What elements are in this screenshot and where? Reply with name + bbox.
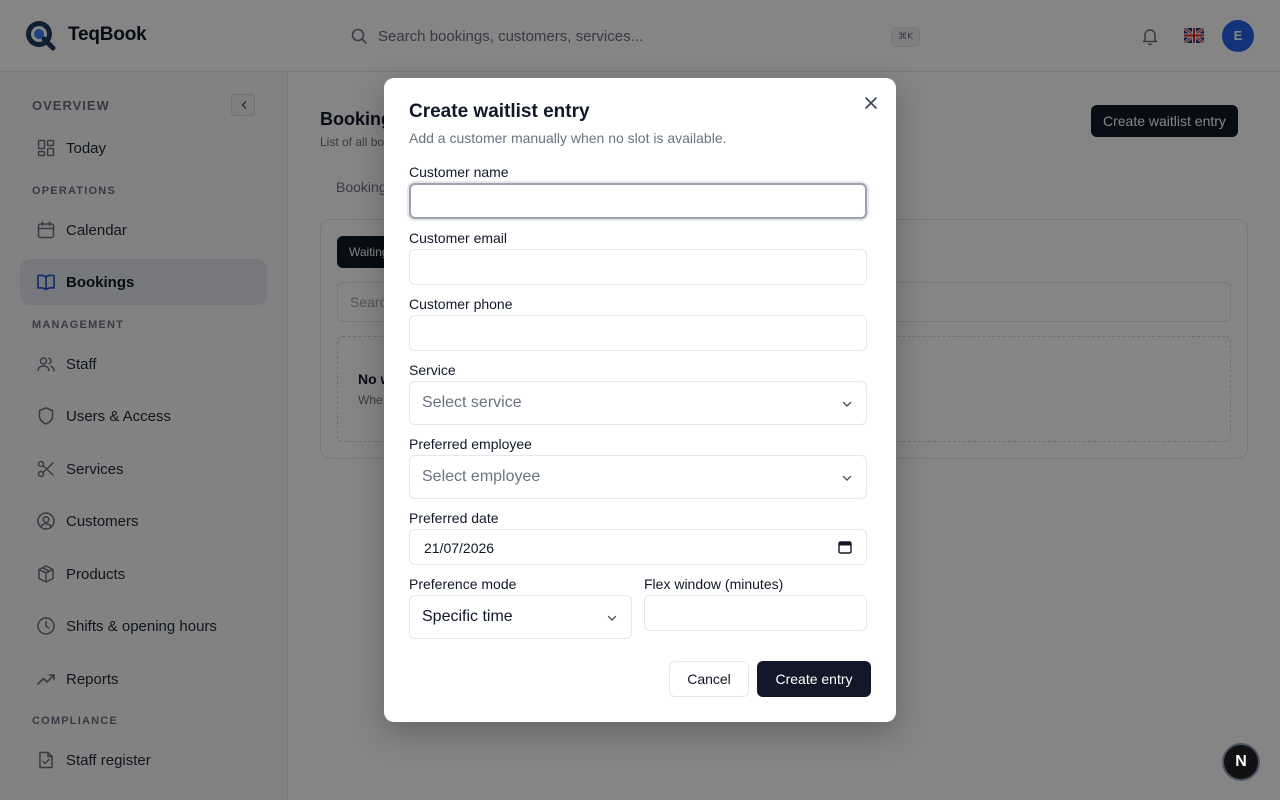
customer-name-label: Customer name (409, 164, 509, 180)
dialog-description: Add a customer manually when no slot is … (409, 130, 727, 146)
calendar-icon[interactable] (838, 540, 852, 554)
date-label: Preferred date (409, 510, 499, 526)
customer-email-label: Customer email (409, 230, 508, 246)
service-select-value: Select service (422, 394, 522, 411)
chevron-down-icon (607, 615, 617, 621)
preference-mode-label: Preference mode (409, 576, 517, 592)
employee-select-value: Select employee (422, 468, 541, 485)
customer-phone-label: Customer phone (409, 296, 513, 312)
nextjs-dev-badge[interactable]: N (1222, 743, 1260, 781)
create-waitlist-dialog: Create waitlist entry Add a customer man… (384, 78, 896, 722)
customer-name-input[interactable] (409, 183, 867, 219)
date-value: 21/07/2026 (424, 540, 495, 556)
customer-phone-input[interactable] (409, 315, 867, 351)
date-input[interactable]: 21/07/2026 (409, 529, 867, 565)
preference-mode-value: Specific time (422, 608, 513, 625)
cancel-button[interactable]: Cancel (669, 661, 749, 697)
employee-select[interactable]: Select employee (409, 455, 867, 499)
close-icon[interactable] (862, 94, 880, 112)
service-select[interactable]: Select service (409, 381, 867, 425)
flex-window-label: Flex window (minutes) (644, 576, 784, 592)
preference-mode-select[interactable]: Specific time (409, 595, 632, 639)
create-entry-button[interactable]: Create entry (757, 661, 871, 697)
customer-email-input[interactable] (409, 249, 867, 285)
dialog-title: Create waitlist entry (409, 101, 590, 122)
employee-label: Preferred employee (409, 436, 532, 452)
chevron-down-icon (842, 475, 852, 481)
flex-window-input[interactable] (644, 595, 867, 631)
service-label: Service (409, 362, 456, 378)
chevron-down-icon (842, 401, 852, 407)
